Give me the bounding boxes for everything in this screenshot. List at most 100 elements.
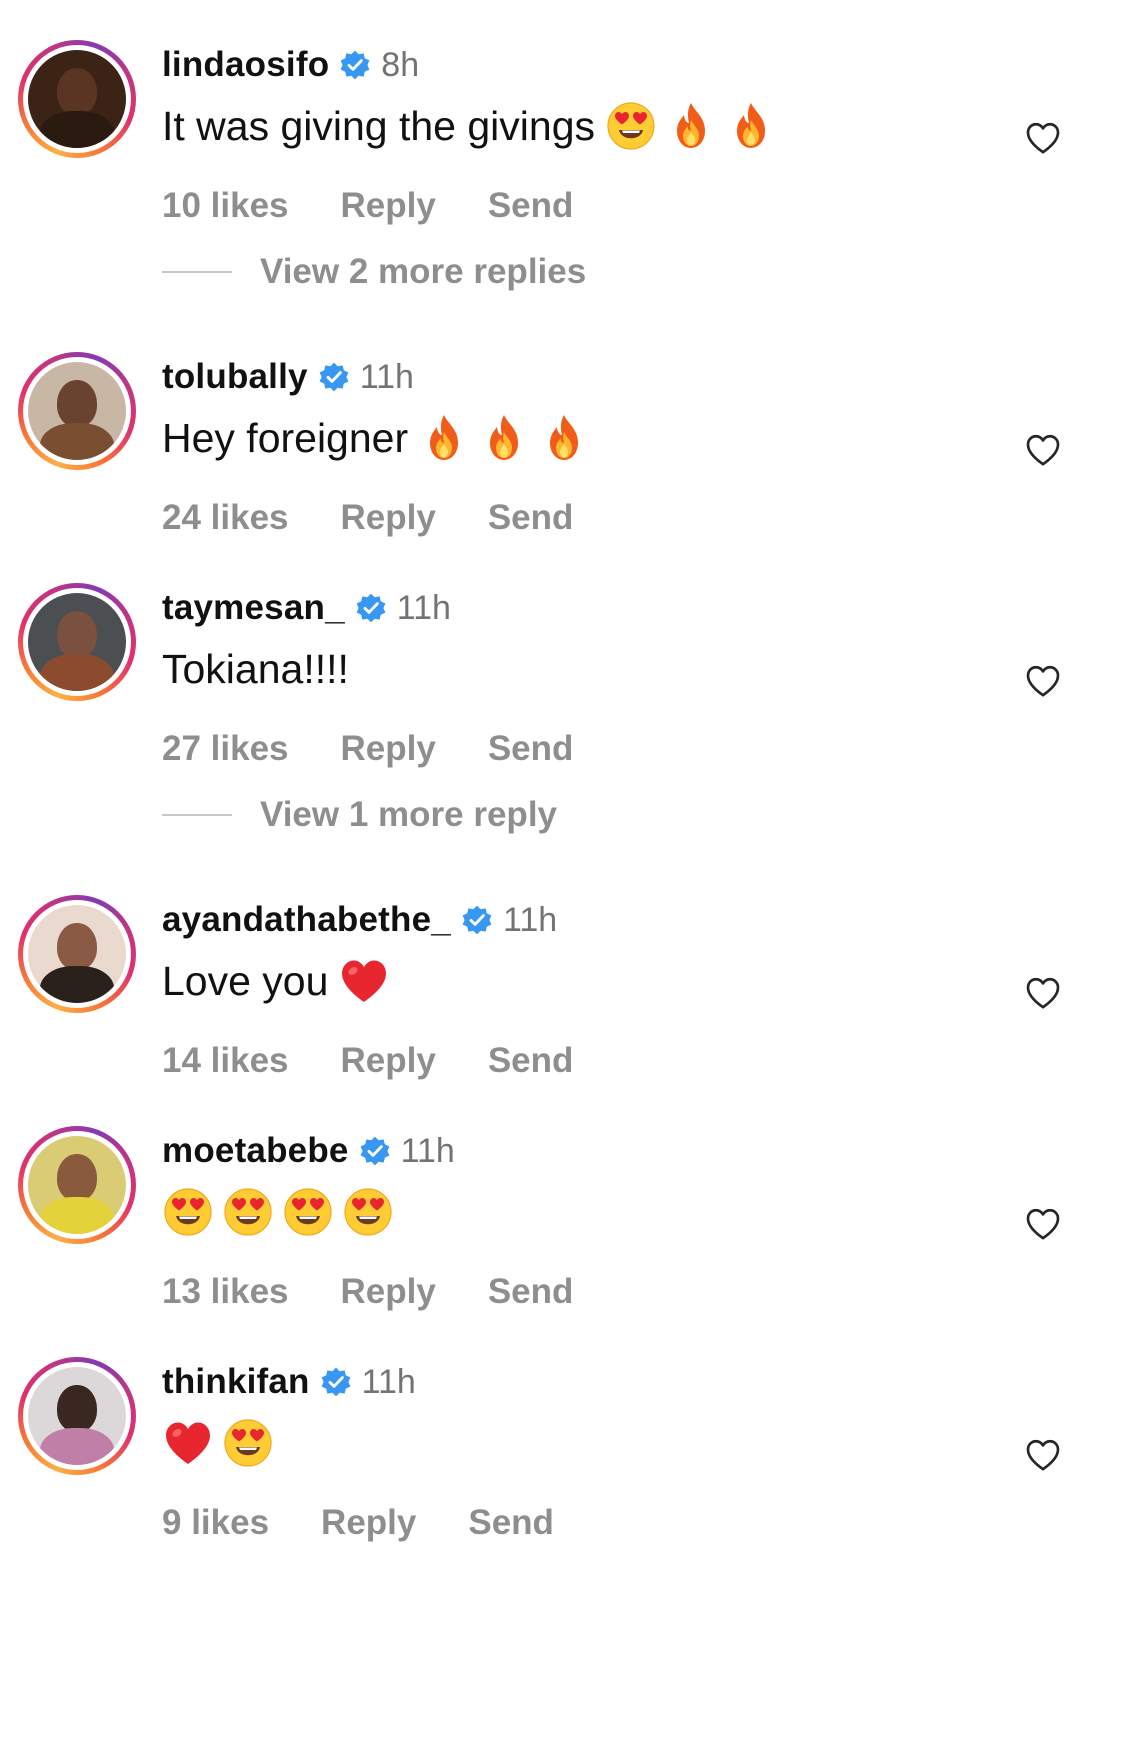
verified-badge-icon: [320, 1366, 352, 1398]
likes-count-button[interactable]: 14 likes: [162, 1041, 289, 1081]
username-link[interactable]: ayandathabethe_: [162, 900, 451, 940]
comment-actions: 27 likes Reply Send: [162, 729, 625, 769]
emoji-group: [418, 412, 598, 464]
reply-button[interactable]: Reply: [321, 1503, 416, 1543]
view-replies-label[interactable]: View 1 more reply: [260, 795, 557, 835]
reply-button[interactable]: Reply: [341, 186, 436, 226]
comment-header: moetabebe 11h: [162, 1128, 455, 1174]
heart-eyes-emoji-icon: [222, 1417, 274, 1469]
comment-body: Tokiana!!!!: [162, 639, 349, 699]
comment-actions: 10 likes Reply Send: [162, 186, 625, 226]
avatar[interactable]: [18, 40, 136, 158]
comment-actions: 13 likes Reply Send: [162, 1272, 625, 1312]
reply-button[interactable]: Reply: [341, 1041, 436, 1081]
avatar[interactable]: [18, 1126, 136, 1244]
comment-text: Hey foreigner: [162, 414, 409, 461]
comment-timestamp: 11h: [361, 1362, 416, 1401]
comment-item: lindaosifo 8h It was giving the givings 1…: [0, 40, 1125, 240]
comment-item: moetabebe 11h 13 likes Reply Send: [0, 1126, 1125, 1326]
send-button[interactable]: Send: [488, 1041, 574, 1081]
replies-divider-line: [162, 814, 232, 816]
fire-emoji-icon: [418, 412, 470, 464]
comment-header: thinkifan 11h: [162, 1359, 416, 1405]
username-link[interactable]: moetabebe: [162, 1131, 349, 1171]
verified-badge-icon: [355, 592, 387, 624]
username-link[interactable]: tolubally: [162, 357, 308, 397]
send-button[interactable]: Send: [468, 1503, 554, 1543]
comment-actions: 9 likes Reply Send: [162, 1503, 606, 1543]
emoji-group: [338, 955, 398, 1007]
red-heart-emoji-icon: [338, 955, 390, 1007]
red-heart-emoji-icon: [162, 1417, 214, 1469]
fire-emoji-icon: [538, 412, 590, 464]
comment-actions: 24 likes Reply Send: [162, 498, 625, 538]
comment-header: tolubally 11h: [162, 354, 414, 400]
comment-body: Hey foreigner: [162, 408, 598, 468]
replies-divider-line: [162, 271, 232, 273]
like-heart-icon[interactable]: [1023, 1435, 1063, 1475]
comment-item: taymesan_ 11h Tokiana!!!! 27 likes Reply Sen…: [0, 583, 1125, 783]
username-link[interactable]: taymesan_: [162, 588, 345, 628]
heart-eyes-emoji-icon: [282, 1186, 334, 1238]
like-heart-icon[interactable]: [1023, 661, 1063, 701]
view-replies-label[interactable]: View 2 more replies: [260, 252, 586, 292]
likes-count-button[interactable]: 9 likes: [162, 1503, 269, 1543]
view-more-replies-button[interactable]: View 2 more replies: [162, 247, 586, 297]
comment-body: Love you: [162, 951, 398, 1011]
comment-header: lindaosifo 8h: [162, 42, 419, 88]
reply-button[interactable]: Reply: [341, 1272, 436, 1312]
comment-text: Love you: [162, 957, 329, 1004]
comment-header: taymesan_ 11h: [162, 585, 451, 631]
avatar[interactable]: [18, 1357, 136, 1475]
likes-count-button[interactable]: 27 likes: [162, 729, 289, 769]
comment-body: [162, 1182, 402, 1242]
like-heart-icon[interactable]: [1023, 973, 1063, 1013]
comment-header: ayandathabethe_ 11h: [162, 897, 557, 943]
reply-button[interactable]: Reply: [341, 498, 436, 538]
like-heart-icon[interactable]: [1023, 430, 1063, 470]
comment-body: It was giving the givings: [162, 96, 785, 156]
send-button[interactable]: Send: [488, 498, 574, 538]
heart-eyes-emoji-icon: [342, 1186, 394, 1238]
likes-count-button[interactable]: 13 likes: [162, 1272, 289, 1312]
avatar[interactable]: [18, 583, 136, 701]
avatar[interactable]: [18, 352, 136, 470]
comment-timestamp: 8h: [381, 45, 420, 84]
comment-item: tolubally 11h Hey foreigner 24 likes Reply…: [0, 352, 1125, 552]
emoji-group: [605, 100, 785, 152]
verified-badge-icon: [339, 49, 371, 81]
username-link[interactable]: lindaosifo: [162, 45, 329, 85]
view-more-replies-button[interactable]: View 1 more reply: [162, 790, 557, 840]
likes-count-button[interactable]: 10 likes: [162, 186, 289, 226]
comment-timestamp: 11h: [396, 588, 451, 627]
comment-item: thinkifan 11h 9 likes Reply Send: [0, 1357, 1125, 1557]
heart-eyes-emoji-icon: [162, 1186, 214, 1238]
fire-emoji-icon: [665, 100, 717, 152]
heart-eyes-emoji-icon: [605, 100, 657, 152]
comment-body: [162, 1413, 282, 1473]
emoji-group: [162, 1417, 282, 1469]
like-heart-icon[interactable]: [1023, 118, 1063, 158]
comment-text: It was giving the givings: [162, 102, 596, 149]
reply-button[interactable]: Reply: [341, 729, 436, 769]
send-button[interactable]: Send: [488, 186, 574, 226]
send-button[interactable]: Send: [488, 1272, 574, 1312]
emoji-group: [162, 1186, 402, 1238]
verified-badge-icon: [359, 1135, 391, 1167]
send-button[interactable]: Send: [488, 729, 574, 769]
comment-timestamp: 11h: [502, 900, 558, 939]
likes-count-button[interactable]: 24 likes: [162, 498, 289, 538]
avatar[interactable]: [18, 895, 136, 1013]
fire-emoji-icon: [478, 412, 530, 464]
comment-text: Tokiana!!!!: [162, 645, 349, 692]
comment-timestamp: 11h: [400, 1131, 455, 1170]
fire-emoji-icon: [725, 100, 777, 152]
comment-item: ayandathabethe_ 11h Love you 14 likes Repl…: [0, 895, 1125, 1095]
username-link[interactable]: thinkifan: [162, 1362, 310, 1402]
comment-actions: 14 likes Reply Send: [162, 1041, 625, 1081]
heart-eyes-emoji-icon: [222, 1186, 274, 1238]
comment-timestamp: 11h: [359, 357, 414, 396]
verified-badge-icon: [318, 361, 350, 393]
verified-badge-icon: [461, 904, 493, 936]
like-heart-icon[interactable]: [1023, 1204, 1063, 1244]
